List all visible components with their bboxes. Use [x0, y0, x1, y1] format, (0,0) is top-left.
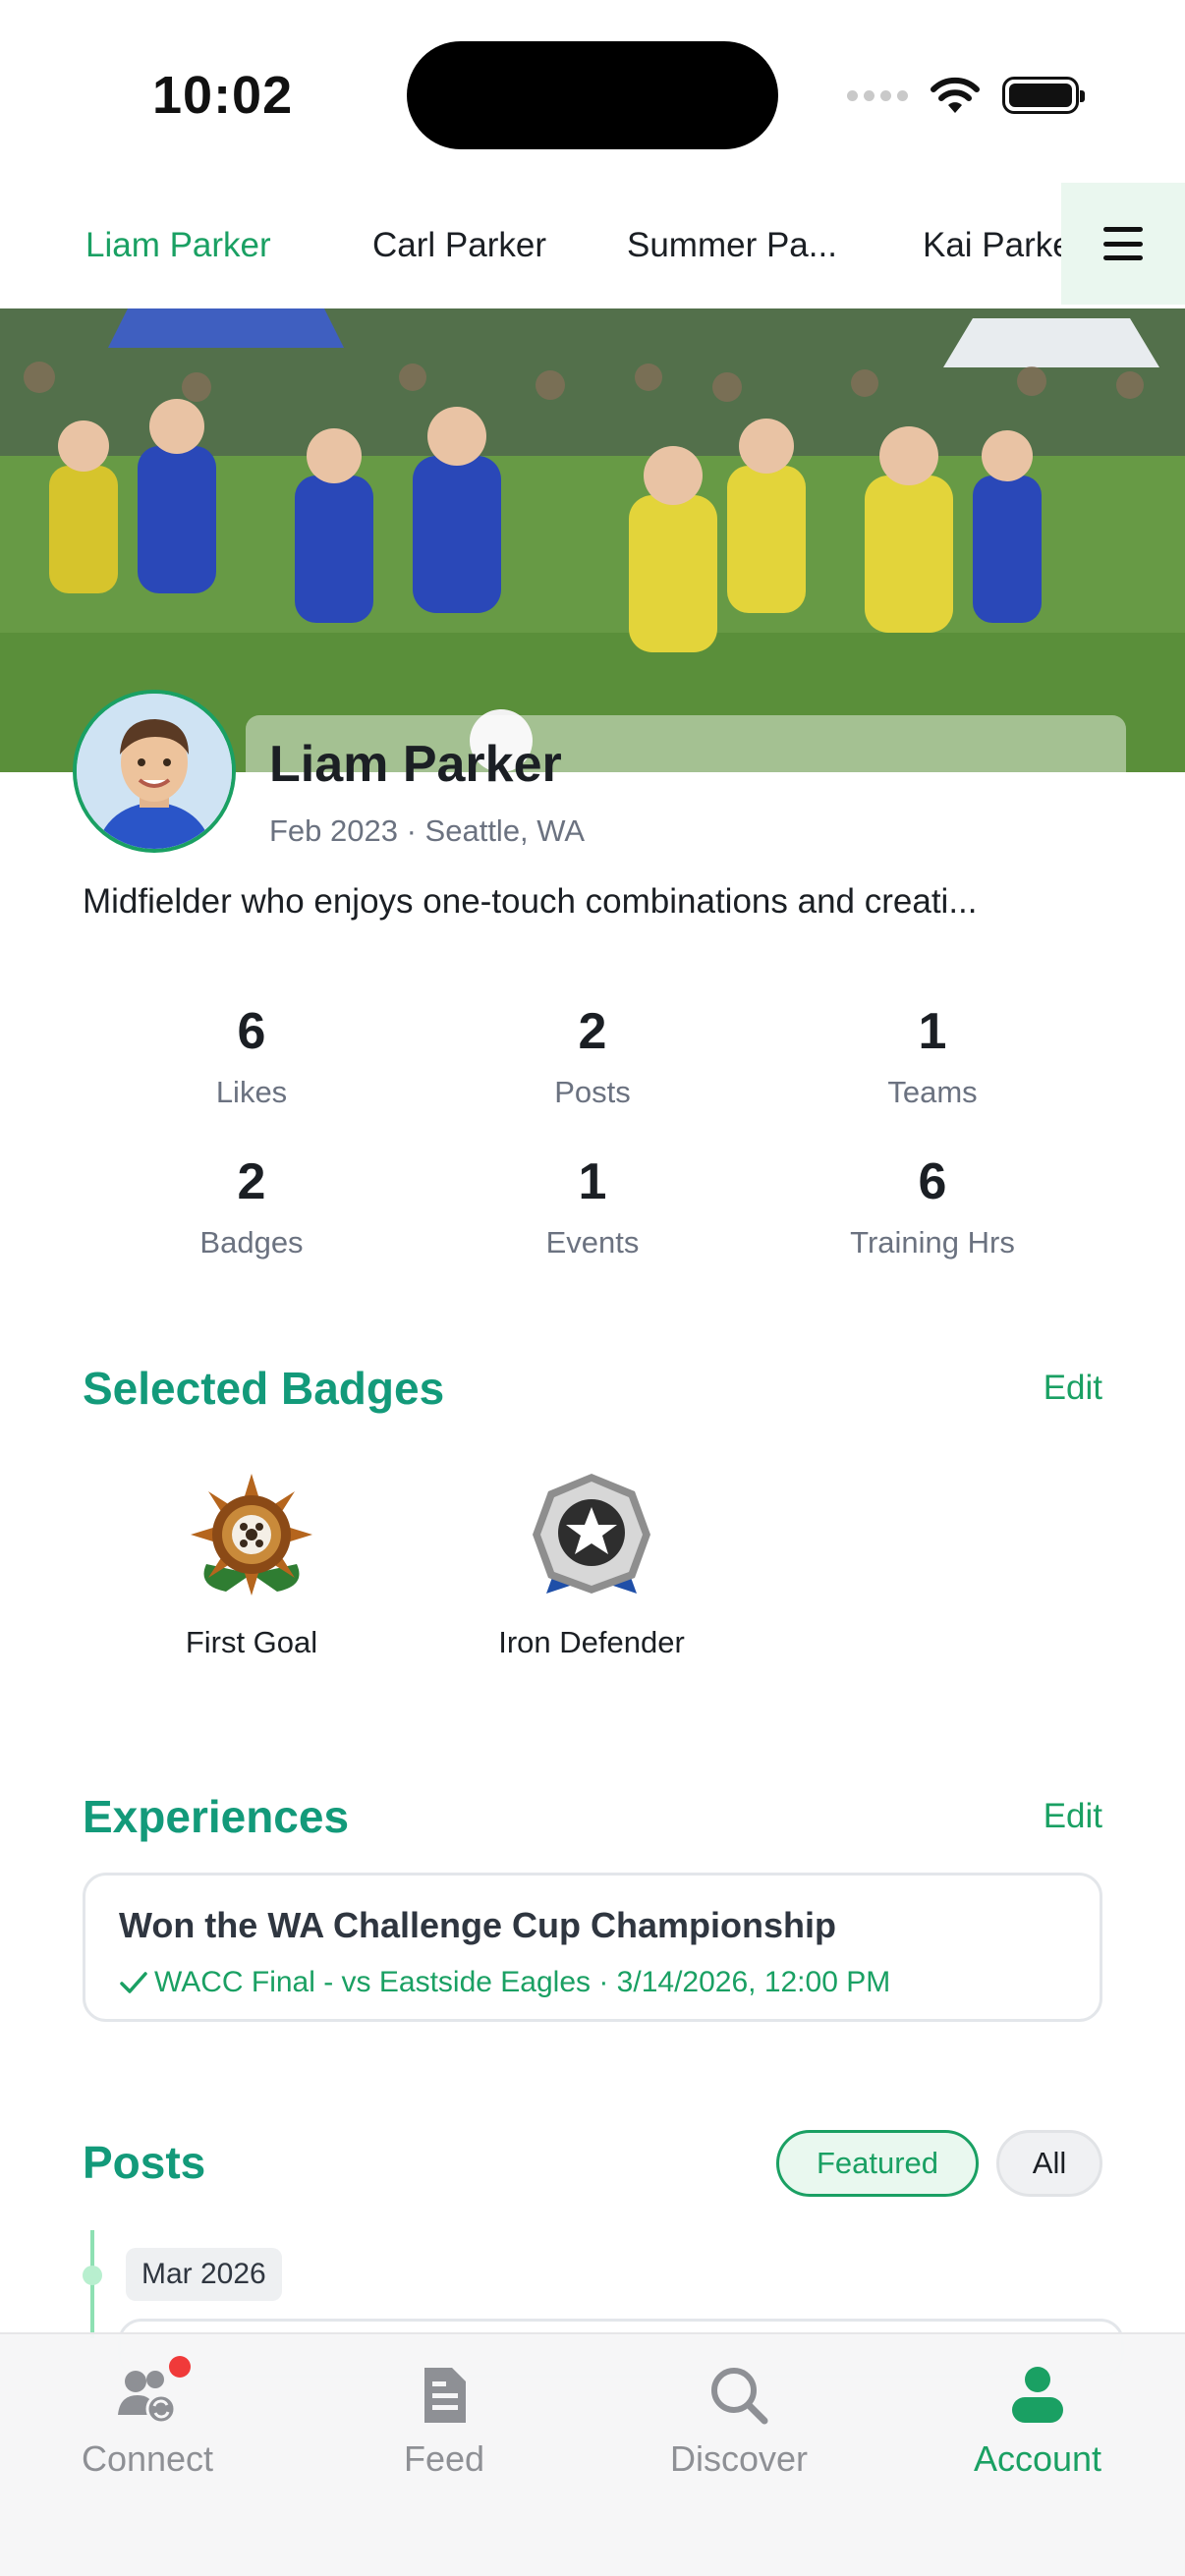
status-bar: 10:02	[0, 0, 1185, 187]
tab-kai-parker[interactable]: Kai Parke	[923, 226, 1072, 265]
profile-bio[interactable]: Midfielder who enjoys one-touch combinat…	[83, 882, 1104, 922]
experiences-edit-button[interactable]: Edit	[1044, 1797, 1102, 1836]
badge-first-goal[interactable]: First Goal	[104, 1470, 399, 1660]
stat-posts[interactable]: 2 Posts	[423, 1002, 762, 1110]
stat-badges[interactable]: 2 Badges	[82, 1152, 422, 1260]
stat-value: 1	[918, 1003, 947, 1060]
stat-label: Badges	[199, 1225, 304, 1260]
account-icon	[1006, 2364, 1069, 2427]
nav-label: Connect	[81, 2438, 214, 2479]
nav-label: Feed	[403, 2438, 485, 2479]
stat-label: Teams	[887, 1075, 978, 1109]
stat-likes[interactable]: 6 Likes	[82, 1002, 422, 1110]
cellular-signal-icon	[847, 89, 908, 101]
connect-icon	[116, 2356, 191, 2427]
stat-label: Posts	[554, 1075, 631, 1109]
experience-card[interactable]: Won the WA Challenge Cup Championship WA…	[83, 1873, 1102, 2022]
experience-subtitle-text: WACC Final - vs Eastside Eagles · 3/14/2…	[154, 1966, 891, 1998]
checkmark-icon	[120, 1972, 147, 1993]
stat-training-hrs[interactable]: 6 Training Hrs	[762, 1152, 1102, 1260]
nav-connect[interactable]: Connect	[0, 2356, 295, 2480]
posts-section-title: Posts	[83, 2137, 206, 2188]
stat-label: Events	[545, 1225, 640, 1260]
tab-carl-parker[interactable]: Carl Parker	[372, 226, 546, 265]
battery-icon	[1002, 77, 1085, 114]
nav-feed[interactable]: Feed	[297, 2364, 592, 2480]
profile-meta: Feb 2023 · Seattle, WA	[269, 813, 586, 848]
silver-star-badge-icon	[527, 1470, 656, 1599]
badge-label: First Goal	[185, 1625, 318, 1659]
tab-liam-parker[interactable]: Liam Parker	[85, 226, 271, 265]
tab-summer-parker[interactable]: Summer Pa...	[627, 226, 837, 265]
wifi-icon	[931, 77, 980, 113]
notification-dot	[169, 2356, 191, 2378]
avatar[interactable]	[73, 690, 236, 853]
experiences-section-title: Experiences	[83, 1791, 350, 1842]
bottom-nav: Connect Feed Discover Account	[0, 2332, 1185, 2576]
stat-value: 6	[237, 1003, 266, 1060]
filter-all[interactable]: All	[996, 2130, 1102, 2197]
badges-edit-button[interactable]: Edit	[1044, 1369, 1102, 1408]
status-time: 10:02	[152, 66, 294, 125]
stat-teams[interactable]: 1 Teams	[762, 1002, 1102, 1110]
stat-value: 6	[918, 1153, 947, 1210]
experience-title: Won the WA Challenge Cup Championship	[119, 1905, 836, 1945]
profile-name: Liam Parker	[269, 736, 562, 793]
dynamic-island	[407, 41, 778, 149]
experience-subtitle: WACC Final - vs Eastside Eagles · 3/14/2…	[119, 1966, 890, 1999]
search-icon	[707, 2364, 770, 2427]
timeline-dot	[83, 2266, 102, 2285]
hamburger-icon	[1103, 227, 1143, 260]
stat-label: Training Hrs	[850, 1225, 1015, 1260]
feed-icon	[413, 2364, 476, 2427]
menu-button[interactable]	[1061, 183, 1185, 305]
stat-label: Likes	[215, 1075, 288, 1109]
profile-tabs: Liam Parker Carl Parker Summer Pa... Kai…	[0, 183, 1185, 308]
nav-account[interactable]: Account	[890, 2364, 1185, 2480]
stat-value: 2	[237, 1153, 266, 1210]
stat-events[interactable]: 1 Events	[423, 1152, 762, 1260]
nav-label: Discover	[669, 2438, 809, 2479]
sunburst-badge-icon	[187, 1470, 316, 1599]
timeline-date: Mar 2026	[126, 2248, 282, 2301]
badges-section-title: Selected Badges	[83, 1363, 445, 1414]
filter-featured[interactable]: Featured	[776, 2130, 979, 2197]
stat-value: 1	[578, 1153, 607, 1210]
status-icons	[847, 71, 1085, 120]
badge-label: Iron Defender	[498, 1625, 685, 1659]
nav-discover[interactable]: Discover	[592, 2364, 886, 2480]
nav-label: Account	[973, 2438, 1102, 2479]
badge-iron-defender[interactable]: Iron Defender	[444, 1470, 739, 1660]
stat-value: 2	[578, 1003, 607, 1060]
